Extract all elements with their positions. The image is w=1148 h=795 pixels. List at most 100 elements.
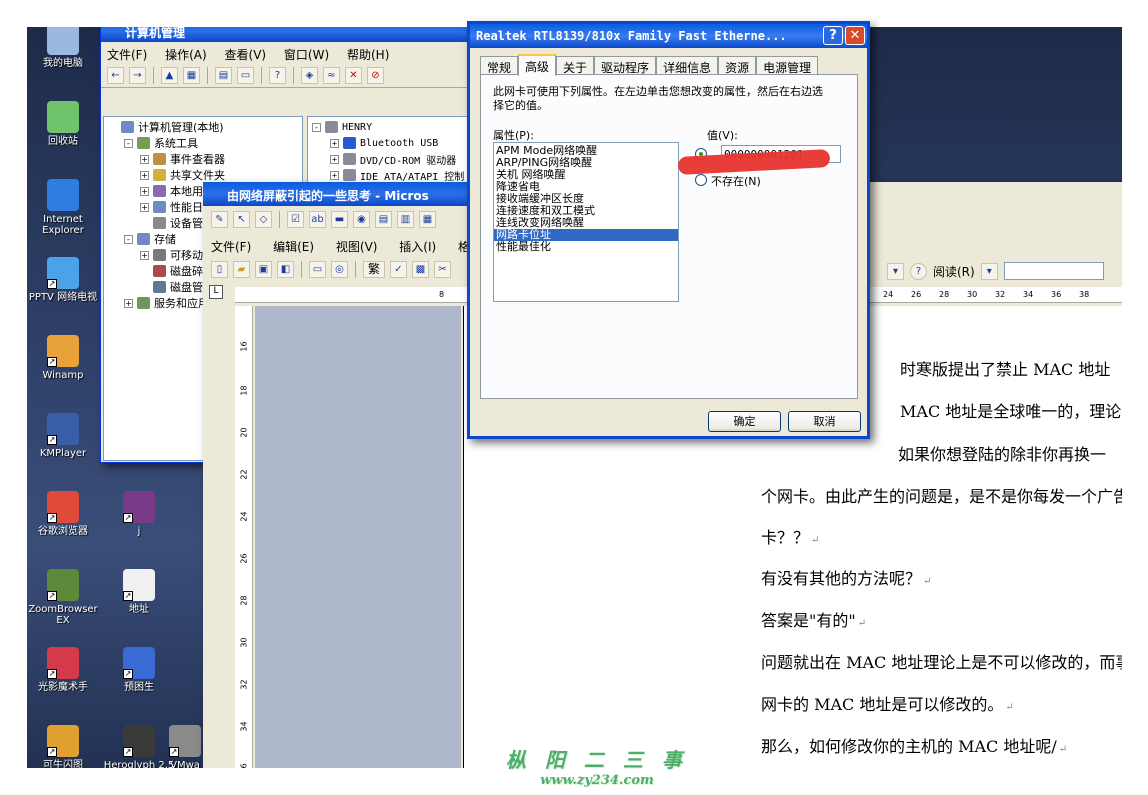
- property-list-item[interactable]: 性能最佳化: [494, 241, 678, 253]
- desktop-shortcut[interactable]: ↗ j: [103, 491, 175, 537]
- property-list-item[interactable]: 网路卡位址: [494, 229, 678, 241]
- word-menu-file[interactable]: 文件(F): [211, 240, 251, 254]
- mmc-title-bar[interactable]: 计算机管理: [101, 27, 479, 42]
- shapes-icon[interactable]: ◇: [255, 211, 272, 228]
- uninstall-icon[interactable]: ✕: [345, 67, 362, 84]
- desktop-shortcut[interactable]: 回收站: [27, 101, 99, 147]
- word-title-bar[interactable]: 由网络屏蔽引起的一些思考 - Micros: [203, 182, 473, 206]
- device-item[interactable]: + IDE ATA/ATAPI 控制: [330, 167, 464, 183]
- not-present-radio[interactable]: [695, 174, 707, 186]
- scan-hardware-icon[interactable]: ◈: [301, 67, 318, 84]
- tree-item[interactable]: + 事件查看器: [140, 151, 225, 167]
- up-folder-icon[interactable]: ▲: [161, 67, 178, 84]
- save-icon[interactable]: ▣: [255, 261, 272, 278]
- collapse-icon[interactable]: -: [312, 122, 321, 132]
- device-item[interactable]: + DVD/CD-ROM 驱动器: [330, 151, 456, 167]
- help-icon[interactable]: ?: [269, 67, 286, 84]
- close-button[interactable]: ✕: [845, 26, 865, 45]
- expand-icon[interactable]: +: [140, 154, 149, 164]
- radio-icon[interactable]: ◉: [353, 211, 370, 228]
- desktop-shortcut[interactable]: ↗ 地址: [103, 569, 175, 615]
- expand-icon[interactable]: +: [330, 170, 339, 180]
- back-arrow-icon[interactable]: ←: [107, 67, 124, 84]
- permission-icon[interactable]: ◧: [277, 261, 294, 278]
- disable-device-icon[interactable]: ⊘: [367, 67, 384, 84]
- tab-about[interactable]: 关于: [556, 56, 595, 75]
- help-icon[interactable]: ?: [910, 262, 927, 280]
- forward-arrow-icon[interactable]: →: [129, 67, 146, 84]
- ruler-tab-selector[interactable]: L: [209, 285, 223, 299]
- tree-item[interactable]: + 性能日: [140, 199, 203, 215]
- print-preview-icon[interactable]: ◎: [331, 261, 348, 278]
- tree-item[interactable]: + 共享文件夹: [140, 167, 225, 183]
- zoom-dropdown-icon[interactable]: ▾: [887, 262, 904, 280]
- expand-icon[interactable]: +: [330, 154, 339, 164]
- traditional-chinese-button[interactable]: 繁: [363, 261, 385, 278]
- expand-icon[interactable]: +: [140, 250, 149, 260]
- tree-item[interactable]: 磁盘管: [140, 279, 203, 295]
- desktop-shortcut[interactable]: ↗ 可牛闪图: [27, 725, 99, 768]
- show-tree-icon[interactable]: ▦: [183, 67, 200, 84]
- ok-button[interactable]: 确定: [708, 411, 781, 432]
- desktop-shortcut[interactable]: ↗ 光影魔术手: [27, 647, 99, 693]
- property-list-item[interactable]: 关机 网络唤醒: [494, 169, 678, 181]
- cancel-button[interactable]: 取消: [788, 411, 861, 432]
- tree-item[interactable]: - 存储: [124, 231, 176, 247]
- expand-icon[interactable]: +: [140, 186, 149, 196]
- new-document-icon[interactable]: ▯: [211, 261, 228, 278]
- mmc-menu-file[interactable]: 文件(F): [107, 48, 147, 62]
- desktop-shortcut[interactable]: ↗ VMwa: [165, 725, 205, 768]
- desktop-shortcut[interactable]: ↗ KMPlayer: [27, 413, 99, 459]
- desktop-shortcut[interactable]: ↗ Winamp: [27, 335, 99, 381]
- expand-icon[interactable]: +: [140, 202, 149, 212]
- not-present-label[interactable]: 不存在(N): [711, 173, 761, 189]
- table-icon[interactable]: ▦: [419, 211, 436, 228]
- expand-icon[interactable]: +: [330, 138, 339, 148]
- tab-resources[interactable]: 资源: [718, 56, 757, 75]
- toolbar-options-icon[interactable]: ▾: [980, 262, 998, 280]
- desktop-shortcut[interactable]: ↗ 谷歌浏览器: [27, 491, 99, 537]
- tree-item[interactable]: + 服务和应用: [124, 295, 209, 311]
- expand-icon[interactable]: +: [140, 170, 149, 180]
- textbox-icon[interactable]: ab: [309, 211, 326, 228]
- print-icon[interactable]: ▭: [309, 261, 326, 278]
- desktop-shortcut[interactable]: 我的电脑: [27, 27, 99, 69]
- tree-item[interactable]: 设备管: [140, 215, 203, 231]
- ask-question-input[interactable]: [1003, 262, 1104, 280]
- update-driver-icon[interactable]: ≈: [323, 67, 340, 84]
- desktop-shortcut[interactable]: ↗ ZoomBrowser EX: [27, 569, 99, 626]
- select-icon[interactable]: ↖: [233, 211, 250, 228]
- property-list-item[interactable]: 降速省电: [494, 181, 678, 193]
- device-item[interactable]: + Bluetooth USB: [330, 135, 438, 151]
- list-icon[interactable]: ▤: [375, 211, 392, 228]
- help-button[interactable]: ?: [823, 26, 843, 45]
- mmc-menu-action[interactable]: 操作(A): [165, 48, 207, 62]
- property-list-item[interactable]: 接收端缓冲区长度: [494, 193, 678, 205]
- word-menu-view[interactable]: 视图(V): [336, 240, 378, 254]
- tab-general[interactable]: 常规: [480, 56, 519, 75]
- mmc-menu-window[interactable]: 窗口(W): [284, 48, 329, 62]
- tab-driver[interactable]: 驱动程序: [594, 56, 657, 75]
- collapse-icon[interactable]: -: [124, 138, 133, 148]
- draw-icon[interactable]: ✎: [211, 211, 228, 228]
- print-icon[interactable]: ▭: [237, 67, 254, 84]
- device-item[interactable]: - HENRY: [312, 119, 372, 135]
- property-list-item[interactable]: APM Mode网络唤醒: [494, 145, 678, 157]
- tab-details[interactable]: 详细信息: [656, 56, 719, 75]
- word-menu-insert[interactable]: 插入(I): [399, 240, 436, 254]
- tree-item[interactable]: 计算机管理(本地): [108, 119, 224, 135]
- mmc-menu-view[interactable]: 查看(V): [225, 48, 267, 62]
- mmc-menu-help[interactable]: 帮助(H): [347, 48, 389, 62]
- properties-icon[interactable]: ▤: [215, 67, 232, 84]
- property-list-item[interactable]: ARP/PING网络唤醒: [494, 157, 678, 169]
- tab-advanced[interactable]: 高级: [518, 54, 557, 76]
- tab-power-management[interactable]: 电源管理: [756, 56, 819, 75]
- collapse-icon[interactable]: -: [124, 234, 133, 244]
- expand-icon[interactable]: +: [124, 298, 133, 308]
- tree-item[interactable]: 磁盘碎: [140, 263, 203, 279]
- cut-icon[interactable]: ✂: [434, 261, 451, 278]
- property-list-item[interactable]: 连线改变网络唤醒: [494, 217, 678, 229]
- checkbox-icon[interactable]: ☑: [287, 211, 304, 228]
- desktop-shortcut[interactable]: ↗ PPTV 网络电视: [27, 257, 99, 303]
- combo-icon[interactable]: ▥: [397, 211, 414, 228]
